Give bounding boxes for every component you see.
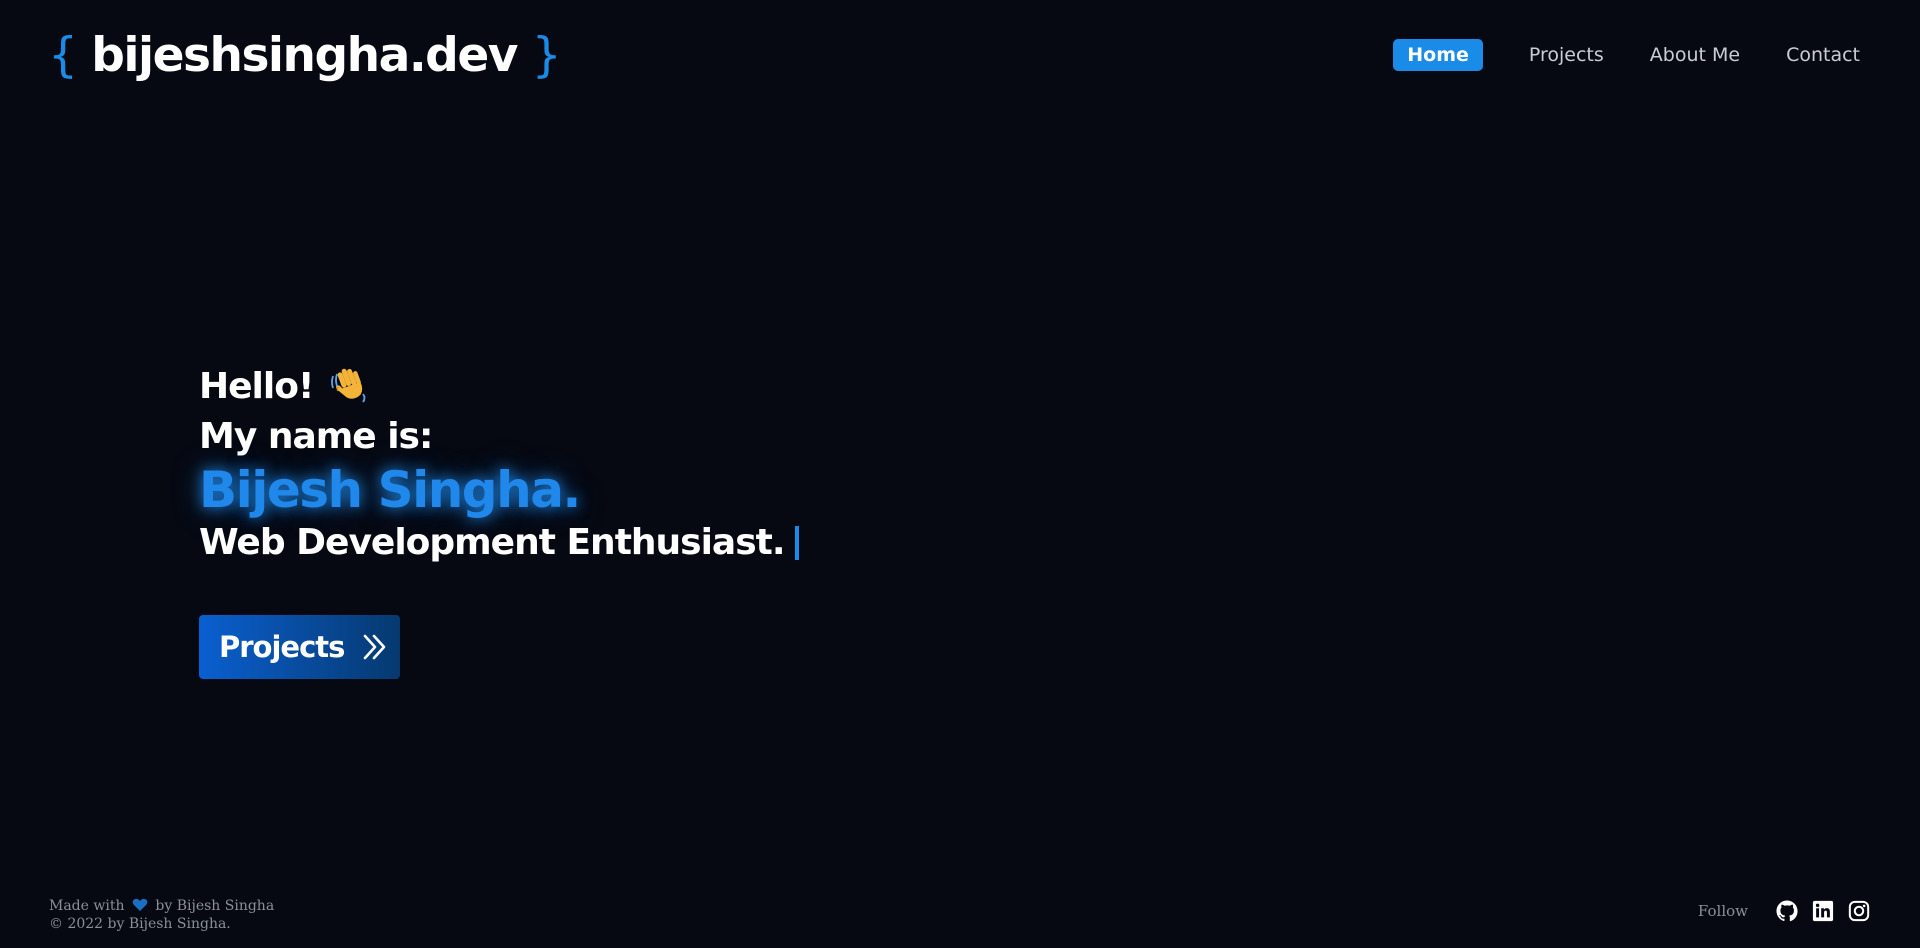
hero-name: Bijesh Singha. bbox=[199, 461, 581, 519]
hero-intro: My name is: bbox=[199, 416, 433, 457]
hero-tagline-line: Web Development Enthusiast. bbox=[199, 518, 799, 568]
waving-hand-icon bbox=[331, 368, 366, 403]
double-chevron-right-icon bbox=[364, 634, 386, 660]
page: { bijeshsingha.dev } Home Projects About… bbox=[0, 0, 1920, 948]
hero-greeting-line: Hello! bbox=[199, 362, 799, 412]
footer-credits: Made with by Bijesh Singha © 2022 by Bij… bbox=[49, 897, 274, 933]
made-with-prefix: Made with bbox=[49, 898, 125, 914]
linkedin-icon[interactable] bbox=[1812, 900, 1834, 922]
hero-section: Hello! My name is: Bijesh Singha. Web De… bbox=[199, 362, 799, 568]
typing-cursor bbox=[794, 526, 799, 560]
heart-icon bbox=[132, 898, 148, 911]
hero-greeting: Hello! bbox=[199, 366, 314, 407]
site-logo[interactable]: { bijeshsingha.dev } bbox=[48, 28, 562, 83]
follow-label: Follow bbox=[1697, 902, 1748, 920]
main-nav: Home Projects About Me Contact bbox=[1393, 39, 1860, 71]
logo-text: bijeshsingha.dev bbox=[91, 28, 518, 83]
social-links: Follow bbox=[1698, 900, 1870, 922]
copyright: © 2022 by Bijesh Singha. bbox=[49, 916, 231, 932]
nav-about-me[interactable]: About Me bbox=[1650, 44, 1740, 66]
projects-cta-button[interactable]: Projects bbox=[199, 615, 400, 679]
nav-contact[interactable]: Contact bbox=[1786, 44, 1860, 66]
projects-cta-label: Projects bbox=[219, 630, 345, 664]
logo-close-brace: } bbox=[531, 28, 562, 83]
instagram-icon[interactable] bbox=[1848, 900, 1870, 922]
logo-open-brace: { bbox=[48, 28, 78, 83]
nav-home[interactable]: Home bbox=[1393, 39, 1483, 71]
made-with-line: Made with by Bijesh Singha bbox=[49, 897, 274, 915]
hero-tagline: Web Development Enthusiast. bbox=[199, 522, 786, 563]
nav-projects[interactable]: Projects bbox=[1529, 44, 1604, 66]
made-with-suffix: by Bijesh Singha bbox=[155, 898, 275, 914]
github-icon[interactable] bbox=[1776, 900, 1798, 922]
